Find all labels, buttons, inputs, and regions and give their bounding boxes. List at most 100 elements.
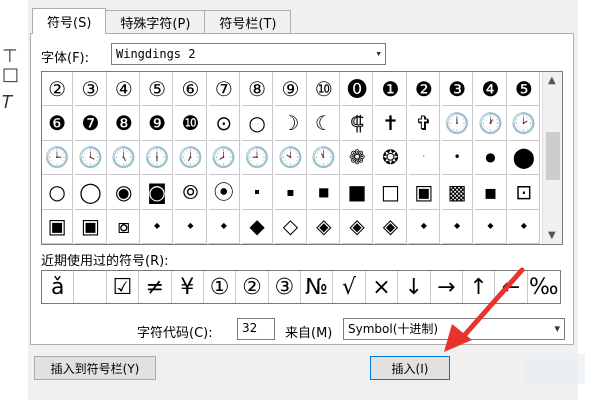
symbol-grid-scrollbar[interactable]: ▲ ▼ [542,72,562,244]
symbol-cell[interactable]: ◆ [475,209,507,244]
symbol-cell[interactable]: ◈ [308,209,340,244]
symbol-cell[interactable]: ❺ [508,72,540,107]
symbol-cell[interactable]: ⬤ [508,140,540,176]
symbol-cell[interactable]: ☾ [308,106,340,141]
symbol-cell[interactable]: ⸿ [342,106,374,141]
symbol-cell[interactable]: ❸ [442,72,474,107]
symbol-cell[interactable]: ◆ [408,209,440,244]
symbol-cell[interactable]: ◯ [75,175,107,210]
symbol-cell[interactable]: ◆ [175,209,207,244]
symbol-cell[interactable]: ○ [242,106,274,141]
symbol-cell[interactable]: ⑧ [242,72,274,107]
symbol-cell[interactable]: 🕖 [175,140,207,176]
symbol-cell[interactable]: ☽ [275,106,307,141]
symbol-cell[interactable]: ③ [75,72,107,107]
recent-symbol-cell[interactable]: ≠ [139,271,172,303]
symbol-cell[interactable]: 🕒 [42,140,74,176]
symbol-cell[interactable]: ▪ [275,175,307,210]
recent-symbol-cell[interactable]: ¥ [172,271,204,303]
symbol-cell[interactable]: ◈ [375,209,407,244]
symbol-cell[interactable]: ◇ [275,209,307,244]
symbol-cell[interactable]: ❷ [408,72,440,107]
symbol-cell[interactable]: ▣ [75,209,107,244]
symbol-cell[interactable]: ◆ [208,209,240,244]
symbol-cell[interactable]: ◙ [142,175,174,210]
recent-symbol-cell[interactable] [74,271,107,303]
symbol-cell[interactable]: ◆ [142,209,174,244]
symbol-cell[interactable]: 🕚 [308,140,340,176]
symbol-cell[interactable]: ❂ [375,140,407,176]
symbol-cell[interactable]: ■ [308,175,340,210]
symbol-cell[interactable]: ⑤ [142,72,174,107]
insert-button[interactable]: 插入(I) [370,356,450,380]
symbol-cell[interactable]: 🕓 [75,140,107,176]
recent-symbol-cell[interactable]: × [366,271,399,303]
symbol-cell[interactable]: ② [42,72,74,107]
symbol-cell[interactable]: ▪ [475,175,507,210]
symbol-cell[interactable]: ⊙ [208,106,240,141]
symbol-cell[interactable]: · [408,140,440,176]
insert-to-toolbar-button[interactable]: 插入到符号栏(Y) [34,356,156,380]
recent-symbol-cell[interactable]: ① [204,271,237,303]
symbol-cell[interactable]: 🕛 [442,106,474,141]
scrollbar-thumb[interactable] [546,132,560,180]
symbol-cell[interactable]: ❽ [108,106,140,141]
symbol-cell[interactable]: ✝ [375,106,407,141]
scroll-up-icon[interactable]: ▲ [548,75,556,86]
recent-symbol-cell[interactable]: ↑ [463,271,496,303]
symbol-cell[interactable]: 🕗 [208,140,240,176]
symbol-cell[interactable]: 🕕 [142,140,174,176]
symbol-cell[interactable]: ⦿ [208,175,240,210]
recent-symbol-cell[interactable]: √ [333,271,366,303]
symbol-cell[interactable]: ▣ [42,209,74,244]
symbol-cell[interactable]: ⧇ [108,209,140,244]
symbol-cell[interactable]: ❶ [375,72,407,107]
symbol-cell[interactable]: • [442,140,474,176]
char-code-input[interactable]: 32 [237,318,275,340]
symbol-cell[interactable]: ⓿ [342,72,374,107]
tab-symbols[interactable]: 符号(S) [32,8,107,34]
recent-symbol-cell[interactable]: ↓ [398,271,431,303]
symbol-cell[interactable]: ④ [108,72,140,107]
symbol-cell[interactable]: ◆ [242,209,274,244]
recent-symbol-cell[interactable]: ☑ [107,271,140,303]
symbol-cell[interactable]: ▣ [408,175,440,210]
symbol-cell[interactable]: □ [375,175,407,210]
recent-symbol-cell[interactable]: ‰ [528,271,560,303]
symbol-cell[interactable]: ◈ [342,209,374,244]
symbol-cell[interactable]: ⊡ [508,175,540,210]
font-select[interactable]: Wingdings 2 ▾ [111,43,386,65]
symbol-cell[interactable]: ⑩ [308,72,340,107]
symbol-cell[interactable]: ◆ [442,209,474,244]
symbol-cell[interactable]: ◉ [108,175,140,210]
from-select[interactable]: Symbol(十进制) ▾ [343,318,565,340]
symbol-cell[interactable]: ❿ [175,106,207,141]
symbol-cell[interactable]: ◆ [508,209,540,244]
symbol-cell[interactable]: 🕘 [242,140,274,176]
symbol-cell[interactable]: ❹ [475,72,507,107]
symbol-cell[interactable]: ❾ [142,106,174,141]
recent-symbol-cell[interactable]: ③ [269,271,301,303]
symbol-cell[interactable]: ❼ [75,106,107,141]
symbol-cell[interactable]: ■ [342,175,374,210]
symbol-cell[interactable]: ● [475,140,507,176]
symbol-cell[interactable]: 🕙 [275,140,307,176]
symbol-cell[interactable]: ○ [42,175,74,210]
scroll-down-icon[interactable]: ▼ [548,230,556,241]
symbol-cell[interactable]: 🕔 [108,140,140,176]
symbol-cell[interactable]: ⑦ [208,72,240,107]
recent-symbol-cell[interactable]: ǎ [42,271,75,303]
symbol-cell[interactable]: ▩ [442,175,474,210]
tab-symbol-toolbar[interactable]: 符号栏(T) [204,10,292,34]
symbol-cell[interactable]: ▪ [242,175,274,210]
recent-symbol-cell[interactable]: № [301,271,334,303]
recent-symbol-cell[interactable]: ← [495,271,528,303]
symbol-cell[interactable]: ⑨ [275,72,307,107]
symbol-cell[interactable]: ⑥ [175,72,207,107]
symbol-cell[interactable]: 🕑 [508,106,540,141]
recent-symbol-cell[interactable]: ② [236,271,269,303]
symbol-cell[interactable]: ❁ [342,140,374,176]
symbol-cell[interactable]: 🕐 [475,106,507,141]
symbol-cell[interactable]: ❻ [42,106,74,141]
symbol-cell[interactable]: ⦾ [175,175,207,210]
